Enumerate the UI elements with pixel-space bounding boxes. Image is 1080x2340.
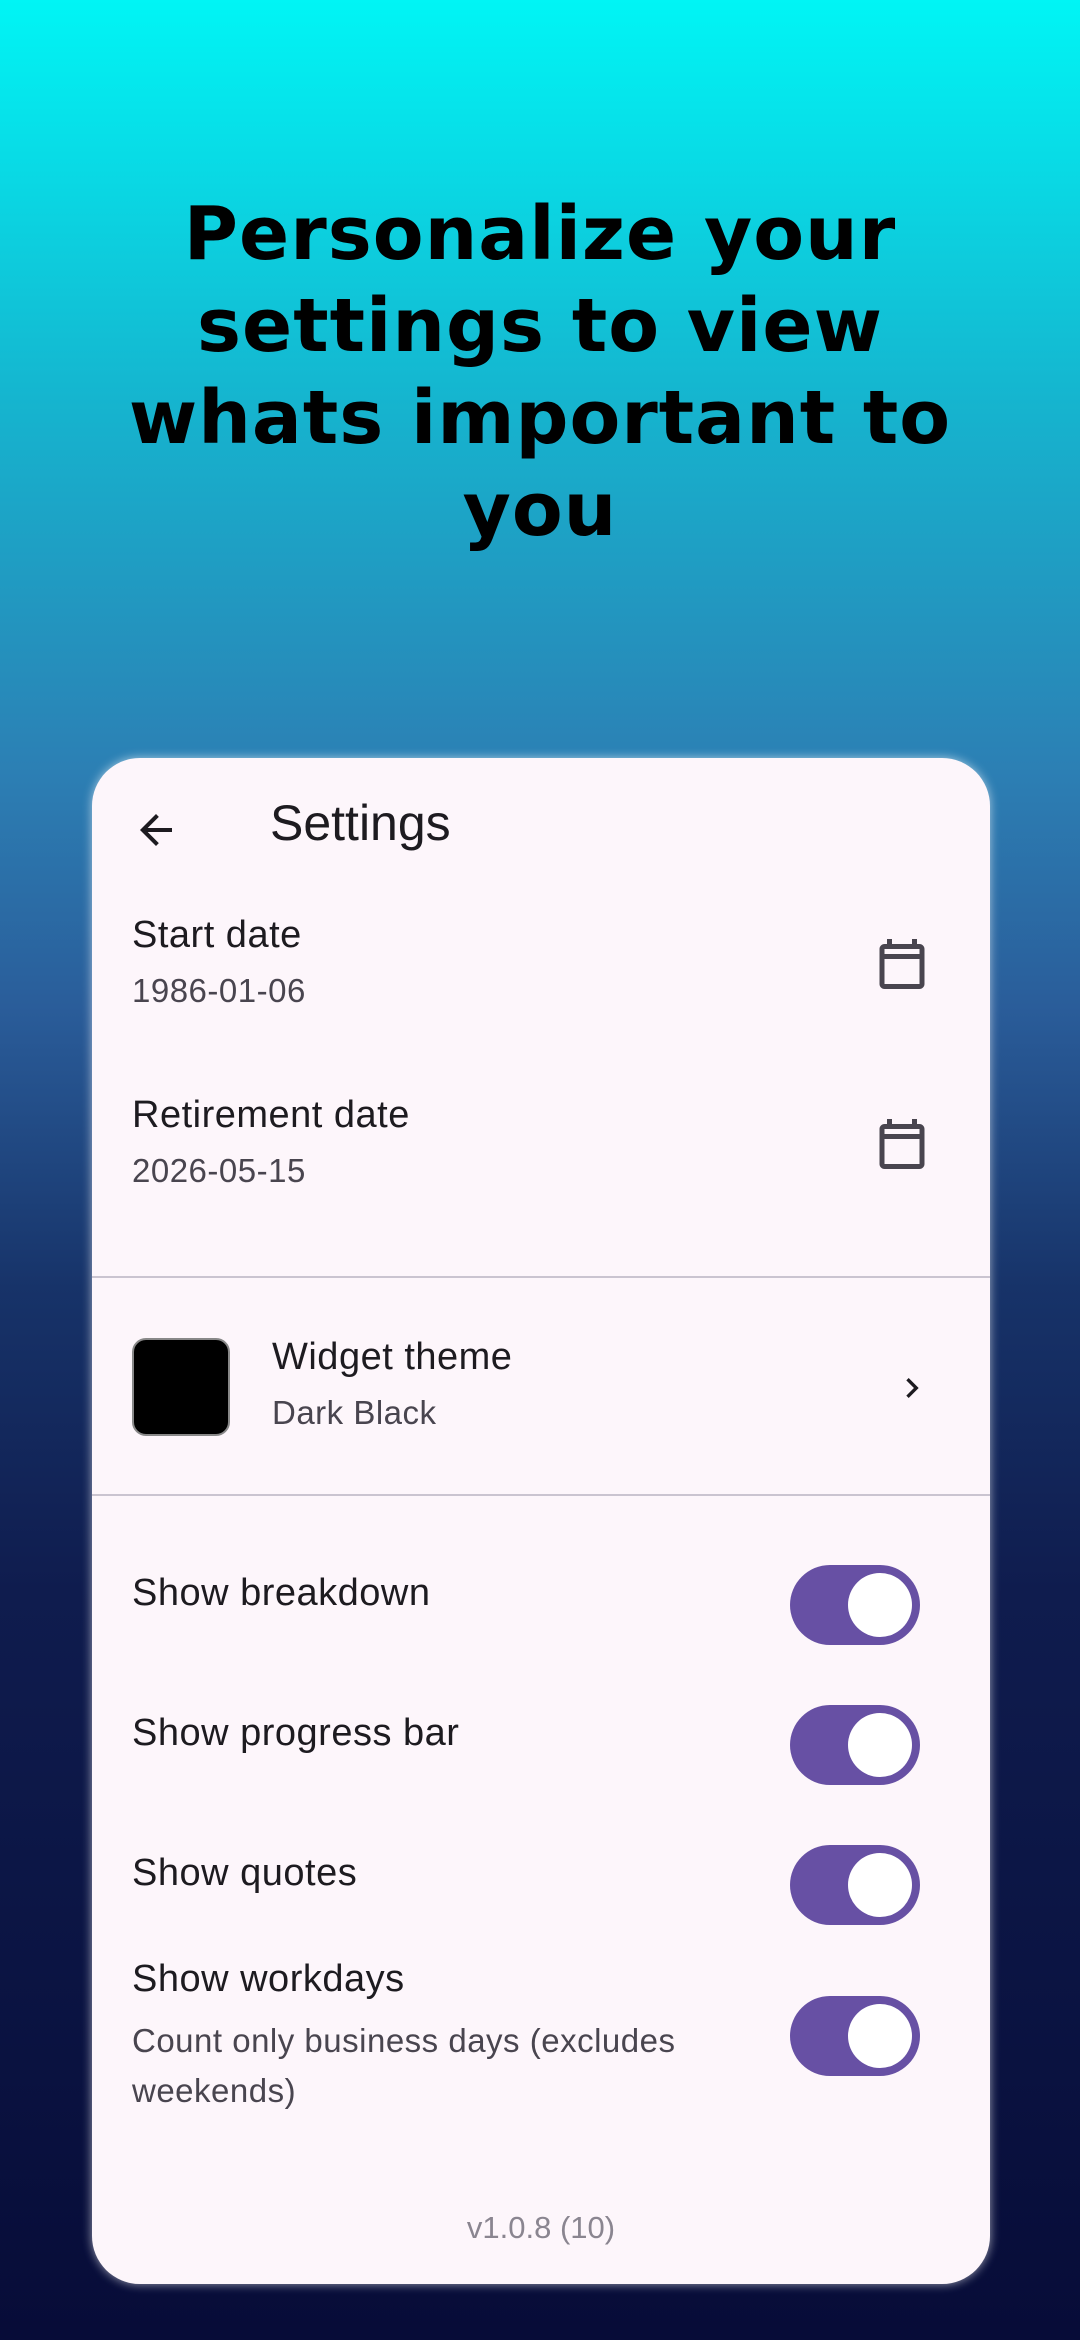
- show-breakdown-label: Show breakdown: [132, 1572, 431, 1614]
- show-progress-bar-label: Show progress bar: [132, 1712, 460, 1754]
- switch-knob: [848, 2004, 912, 2068]
- show-workdays-switch[interactable]: [790, 1996, 920, 2076]
- show-quotes-switch[interactable]: [790, 1845, 920, 1925]
- start-date-row[interactable]: Start date 1986-01-06: [92, 908, 990, 1088]
- widget-theme-label: Widget theme: [272, 1336, 513, 1378]
- start-date-label: Start date: [132, 914, 302, 956]
- calendar-icon: [879, 1119, 925, 1169]
- show-breakdown-switch[interactable]: [790, 1565, 920, 1645]
- page-title: Settings: [270, 795, 451, 851]
- toggle-row-show-quotes[interactable]: Show quotes: [92, 1818, 990, 1948]
- show-workdays-description: Count only business days (excludes weeke…: [132, 2022, 676, 2109]
- chevron-right-icon: [906, 1378, 919, 1398]
- divider: [92, 1494, 990, 1496]
- show-workdays-label: Show workdays: [132, 1958, 405, 2000]
- app-bar: Settings: [92, 758, 990, 890]
- show-quotes-label: Show quotes: [132, 1852, 358, 1894]
- retirement-date-picker-button[interactable]: [872, 1114, 932, 1174]
- back-button[interactable]: [126, 800, 186, 860]
- toggle-row-show-breakdown[interactable]: Show breakdown: [92, 1538, 990, 1668]
- theme-color-swatch: [132, 1338, 230, 1436]
- calendar-icon: [879, 939, 925, 989]
- widget-theme-chevron: [892, 1368, 932, 1408]
- switch-knob: [848, 1573, 912, 1637]
- toggle-row-show-workdays[interactable]: Show workdays Count only business days (…: [92, 1958, 990, 2178]
- headline: Personalize your settings to view whats …: [128, 191, 952, 553]
- start-date-value: 1986-01-06: [132, 972, 306, 1009]
- app-version: v1.0.8 (10): [466, 2210, 616, 2245]
- retirement-date-value: 2026-05-15: [132, 1152, 306, 1189]
- retirement-date-label: Retirement date: [132, 1094, 410, 1136]
- widget-theme-row[interactable]: Widget theme Dark Black: [92, 1278, 990, 1496]
- toggle-row-show-progress-bar[interactable]: Show progress bar: [92, 1678, 990, 1808]
- switch-knob: [848, 1853, 912, 1917]
- settings-card: Settings Start date 1986-01-06 Retiremen…: [92, 758, 990, 2284]
- switch-knob: [848, 1713, 912, 1777]
- arrow-back-icon: [140, 814, 172, 846]
- show-progress-bar-switch[interactable]: [790, 1705, 920, 1785]
- retirement-date-row[interactable]: Retirement date 2026-05-15: [92, 1088, 990, 1268]
- start-date-picker-button[interactable]: [872, 934, 932, 994]
- widget-theme-value: Dark Black: [272, 1394, 437, 1431]
